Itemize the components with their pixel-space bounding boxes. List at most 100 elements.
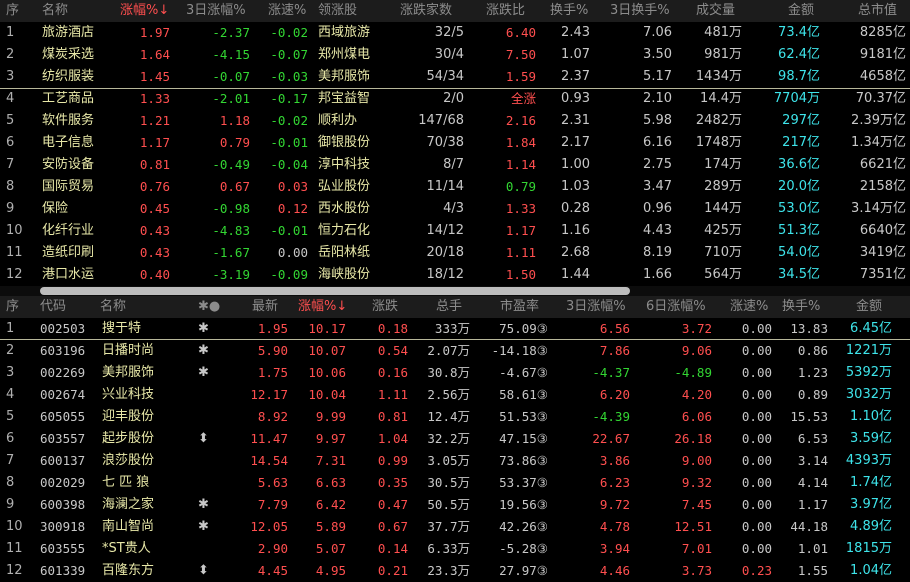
stock-cell-pe: -14.18③ <box>491 343 548 358</box>
sector-header-6: 涨跌家数 <box>400 3 453 18</box>
sector-row[interactable]: 10 化纤行业 0.43 -4.83 -0.01 恒力石化 14/12 1.17 1.16 4.4… <box>0 220 910 242</box>
sector-row[interactable]: 9 保险 0.45 -0.98 0.12 西水股份 4/3 1.33 0.28 0.96 144万 5… <box>0 198 910 220</box>
stock-cell-chg3d: -4.37 <box>592 365 630 380</box>
sector-header-2[interactable]: 涨幅%↓ <box>120 0 170 22</box>
sector-cell-amount: 36.6亿 <box>778 157 820 172</box>
sector-row[interactable]: 12 港口水运 0.40 -3.19 -0.09 海峡股份 18/12 1.50 1.44 1.6… <box>0 264 910 286</box>
stock-cell-amount: 4393万 <box>845 453 892 468</box>
sector-cell-chg: 1.45 <box>139 69 170 84</box>
sector-cell-mcap: 7351亿 <box>859 267 906 282</box>
stock-cell-amount: 1221万 <box>845 343 892 358</box>
sector-cell-idx: 8 <box>6 179 15 194</box>
scrollbar-thumb[interactable] <box>40 287 630 295</box>
stock-row[interactable]: 1 002503 搜于特 ✱ 1.95 10.17 0.18 333万 75.09③ 6.56 3.… <box>0 318 910 340</box>
horizontal-scrollbar[interactable] <box>0 286 910 296</box>
stock-cell-vol: 30.5万 <box>427 475 470 490</box>
sector-cell-mcap: 1.34万亿 <box>851 135 906 150</box>
stock-cell-vol: 50.5万 <box>427 497 470 512</box>
stock-cell-name: 兴业科技 <box>102 387 155 402</box>
sector-cell-idx: 9 <box>6 201 15 216</box>
stock-row[interactable]: 7 600137 浪莎股份 14.54 7.31 0.99 3.05万 73.86③ 3.86 9… <box>0 450 910 472</box>
stock-row[interactable]: 5 605055 迎丰股份 8.92 9.99 0.81 12.4万 51.53③ -4.39 6… <box>0 406 910 428</box>
stock-row[interactable]: 11 603555 *ST贵人 2.90 5.07 0.14 6.33万 -5.28③ 3.94… <box>0 538 910 560</box>
sector-cell-chg: 0.43 <box>139 245 170 260</box>
stock-cell-price: 14.54 <box>250 453 288 468</box>
stock-cell-name: *ST贵人 <box>102 541 151 556</box>
stock-header-5[interactable]: 涨幅%↓ <box>298 296 354 318</box>
stock-cell-code: 603555 <box>40 541 86 556</box>
stock-cell-pe: 47.15③ <box>499 431 548 446</box>
stock-row[interactable]: 9 600398 海澜之家 ✱ 7.79 6.42 0.47 50.5万 19.56③ 9.72 7… <box>0 494 910 516</box>
sector-header-11: 金额 <box>788 3 815 18</box>
stock-cell-vol: 32.2万 <box>427 431 470 446</box>
stock-flag-icon: ✱ <box>198 497 209 512</box>
sector-cell-volume: 2482万 <box>695 113 742 128</box>
sector-cell-idx: 10 <box>6 223 23 238</box>
sector-row[interactable]: 6 电子信息 1.17 0.79 -0.01 御银股份 70/38 1.84 2.17 6.16 1… <box>0 132 910 154</box>
stock-row[interactable]: 4 002674 兴业科技 12.17 10.04 1.11 2.56万 58.61③ 6.20… <box>0 384 910 406</box>
stock-cell-turnover: 0.89 <box>797 387 828 402</box>
sector-cell-volume: 289万 <box>704 179 742 194</box>
stock-flag-icon <box>198 538 212 560</box>
stock-cell-chg: 7.31 <box>315 453 346 468</box>
sector-cell-chg: 0.45 <box>139 201 170 216</box>
stock-table-header: 序 代码 名称 ✱● 最新 涨幅%↓ 涨跌 总手 市盈率 3日涨幅% 6日涨幅% 涨速% 换手% 金额 <box>0 296 910 318</box>
stock-cell-turnover: 44.18 <box>790 519 828 534</box>
sector-cell-idx: 5 <box>6 113 15 128</box>
sector-header-7: 涨跌比 <box>486 3 526 18</box>
stock-row[interactable]: 8 002029 七 匹 狼 5.63 6.63 0.35 30.5万 53.37③ 6.23 9… <box>0 472 910 494</box>
stock-flag-icon: ✱ <box>198 321 209 336</box>
sector-row[interactable]: 1 旅游酒店 1.97 -2.37 -0.02 西域旅游 32/5 6.40 2.43 7.06 4… <box>0 22 910 44</box>
stock-row[interactable]: 2 603196 日播时尚 ✱ 5.90 10.07 0.54 2.07万 -14.18③ 7.8… <box>0 340 910 362</box>
stock-cell-vol: 6.33万 <box>427 541 470 556</box>
sector-header-4: 涨速% <box>268 3 307 18</box>
sector-row[interactable]: 7 安防设备 0.81 -0.49 -0.04 淳中科技 8/7 1.14 1.00 2.75 17… <box>0 154 910 176</box>
sector-cell-volume: 981万 <box>704 47 742 62</box>
sector-cell-amount: 53.0亿 <box>778 201 820 216</box>
sector-header-3: 3日涨幅% <box>186 3 246 18</box>
stock-cell-chg: 5.89 <box>315 519 346 534</box>
sector-cell-idx: 6 <box>6 135 15 150</box>
sector-row[interactable]: 3 纺织服装 1.45 -0.07 -0.03 美邦服饰 54/34 1.59 2.37 5.17… <box>0 66 910 88</box>
sector-row[interactable]: 8 国际贸易 0.76 0.67 0.03 弘业股份 11/14 0.79 1.03 3.47 28… <box>0 176 910 198</box>
stock-cell-chg6d: 3.72 <box>681 321 712 336</box>
sector-cell-amount: 54.0亿 <box>778 245 820 260</box>
stock-row[interactable]: 6 603557 起步股份 ⬍ 11.47 9.97 1.04 32.2万 47.15③ 22.6… <box>0 428 910 450</box>
sector-cell-volume: 710万 <box>704 245 742 260</box>
sector-cell-turnover: 1.16 <box>561 223 590 238</box>
sector-cell-chg: 1.97 <box>139 25 170 40</box>
sector-cell-chg: 0.76 <box>139 179 170 194</box>
sector-cell-speed: 0.12 <box>277 201 308 216</box>
sector-table-header: 序 名称 涨幅%↓ 3日涨幅% 涨速% 领涨股 涨跌家数 涨跌比 换手% 3日换手% 成交量 金额 总市… <box>0 0 910 22</box>
stock-cell-speed: 0.00 <box>741 387 772 402</box>
stock-cell-chg: 6.42 <box>315 497 346 512</box>
stock-cell-chg6d: 6.06 <box>681 409 712 424</box>
stock-cell-chg3d: -4.39 <box>592 409 630 424</box>
stock-cell-amount: 1.74亿 <box>850 475 892 490</box>
sector-row[interactable]: 2 煤炭采选 1.64 -4.15 -0.07 郑州煤电 30/4 7.50 1.07 3.50 9… <box>0 44 910 66</box>
stock-row[interactable]: 3 002269 美邦服饰 ✱ 1.75 10.06 0.16 30.8万 -4.67③ -4.3… <box>0 362 910 384</box>
stock-cell-name: 起步股份 <box>102 431 155 446</box>
sector-row[interactable]: 4 工艺商品 1.33 -2.01 -0.17 邦宝益智 2/0 全涨 0.93 2.10 14.4… <box>0 88 910 110</box>
stock-cell-idx: 10 <box>6 519 23 534</box>
stock-separator <box>0 339 910 340</box>
stock-cell-code: 600137 <box>40 453 86 468</box>
stock-row[interactable]: 10 300918 南山智尚 ✱ 12.05 5.89 0.67 37.7万 42.26③ 4.7… <box>0 516 910 538</box>
sector-cell-turnover: 0.28 <box>561 201 590 216</box>
sector-row[interactable]: 5 软件服务 1.21 1.18 -0.02 顺利办 147/68 2.16 2.31 5.98 2… <box>0 110 910 132</box>
stock-cell-speed: 0.00 <box>741 497 772 512</box>
stock-cell-name: 搜于特 <box>102 321 142 336</box>
sector-cell-amount: 73.4亿 <box>778 25 820 40</box>
stock-cell-chg3d: 9.72 <box>599 497 630 512</box>
stock-flag-icon <box>198 450 212 472</box>
stock-cell-idx: 4 <box>6 387 15 402</box>
stock-cell-speed: 0.00 <box>741 343 772 358</box>
stock-cell-chg6d: 9.32 <box>681 475 712 490</box>
sector-cell-turnover: 1.03 <box>561 179 590 194</box>
stock-cell-pe: -5.28③ <box>499 541 548 556</box>
sector-cell-turnover: 1.07 <box>561 47 590 62</box>
stock-cell-vol: 30.8万 <box>427 365 470 380</box>
stock-cell-diff: 0.16 <box>377 365 408 380</box>
stock-cell-chg6d: 26.18 <box>674 431 712 446</box>
sector-row[interactable]: 11 造纸印刷 0.43 -1.67 0.00 岳阳林纸 20/18 1.11 2.68 8.19… <box>0 242 910 264</box>
